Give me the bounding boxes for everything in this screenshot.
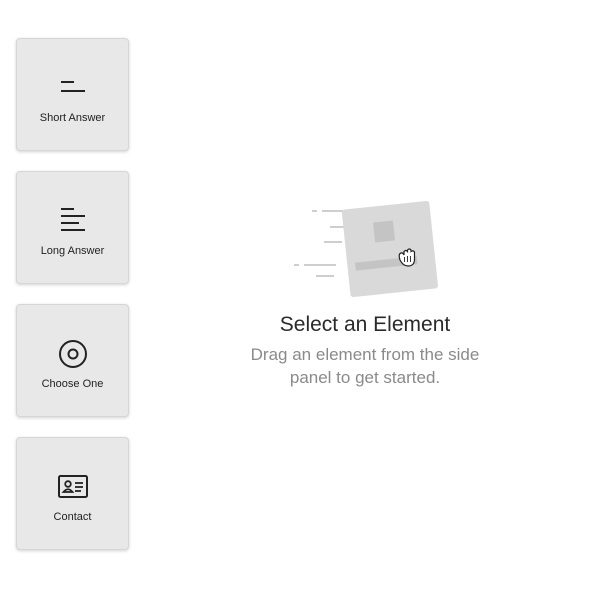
empty-state-description: Drag an element from the side panel to g… <box>250 345 480 387</box>
element-card-short-answer[interactable]: Short Answer <box>16 38 129 151</box>
short-answer-icon <box>17 71 128 105</box>
long-answer-icon <box>17 204 128 238</box>
motion-lines-icon <box>294 210 348 277</box>
element-card-illustration-icon <box>341 200 438 298</box>
element-card-label: Choose One <box>41 378 104 390</box>
drag-card-illustration <box>230 195 500 305</box>
element-card-label: Short Answer <box>39 112 106 124</box>
side-panel: Short Answer Long Answer Choose One Cont… <box>16 38 131 570</box>
element-card-choose-one[interactable]: Choose One <box>16 304 129 417</box>
element-card-long-answer[interactable]: Long Answer <box>16 171 129 284</box>
element-card-label: Contact <box>53 511 92 523</box>
form-builder-page: Short Answer Long Answer Choose One Cont… <box>0 0 600 600</box>
radio-circle-icon <box>17 337 128 371</box>
contact-card-icon <box>17 470 128 504</box>
empty-state: Select an Element Drag an element from t… <box>230 195 500 389</box>
empty-state-title: Select an Element <box>279 313 451 336</box>
element-card-label: Long Answer <box>40 245 105 257</box>
element-card-contact[interactable]: Contact <box>16 437 129 550</box>
